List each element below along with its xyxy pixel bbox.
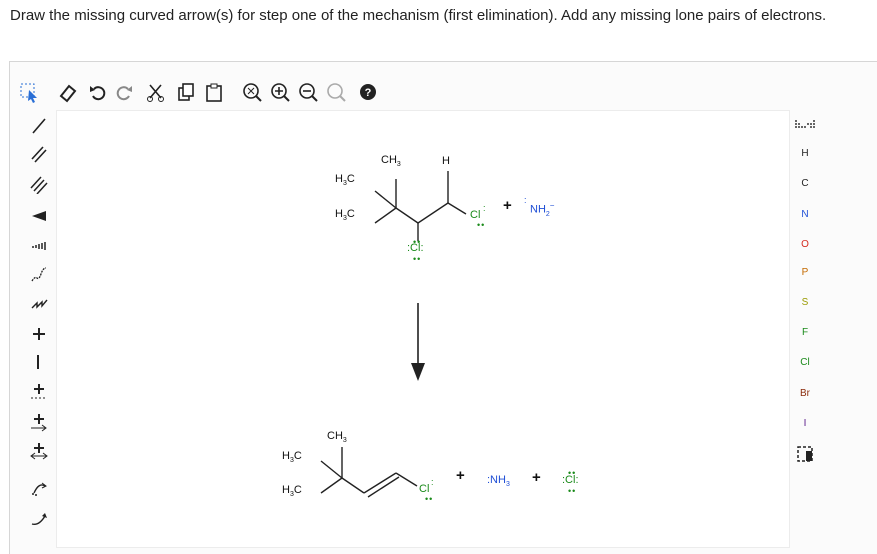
zoom-reset-icon[interactable] bbox=[324, 78, 348, 106]
bottom-cl-lone-pair-1: : bbox=[431, 477, 435, 487]
negative-charge-icon[interactable] bbox=[22, 348, 56, 376]
copy-icon[interactable] bbox=[174, 78, 198, 106]
chloride-ion-lone-pair-bottom: •• bbox=[568, 486, 577, 496]
chloride-ion-lone-pair-top: •• bbox=[568, 468, 577, 478]
element-i-button[interactable]: I bbox=[788, 410, 822, 436]
wedge-bond-icon[interactable] bbox=[22, 202, 56, 230]
bottom-plus-sign-2: + bbox=[532, 469, 541, 486]
curved-arrow-single-icon[interactable] bbox=[22, 504, 56, 532]
single-bond-icon[interactable] bbox=[22, 112, 56, 140]
positive-charge-icon[interactable] bbox=[22, 320, 56, 348]
nh2-lone-pairs: : bbox=[524, 195, 528, 205]
top-h3c-upper-label: H3C bbox=[335, 173, 355, 188]
eraser-icon[interactable] bbox=[56, 78, 80, 106]
top-nh2-label: NH2− bbox=[530, 201, 555, 218]
custom-element-icon[interactable] bbox=[788, 440, 822, 466]
element-p-button[interactable]: P bbox=[788, 259, 822, 285]
zoom-fit-icon[interactable] bbox=[240, 78, 264, 106]
element-cl-button[interactable]: Cl bbox=[788, 349, 822, 375]
question-prompt: Draw the missing curved arrow(s) for ste… bbox=[10, 7, 827, 24]
curved-arrow-pair-icon[interactable] bbox=[22, 474, 56, 502]
bottom-ch3-label: CH3 bbox=[327, 430, 347, 445]
element-toolbar: H C N O P S F Cl Br I bbox=[788, 110, 822, 550]
bottom-cl-lone-pair-2: •• bbox=[425, 494, 434, 504]
mechanism-bonds bbox=[320, 171, 467, 498]
bottom-plus-sign-1: + bbox=[456, 467, 465, 484]
chloride-lone-pair-bottom: •• bbox=[413, 254, 422, 264]
bottom-h3c-upper-label: H3C bbox=[282, 450, 302, 465]
top-h3c-lower-label: H3C bbox=[335, 208, 355, 223]
cut-icon[interactable] bbox=[144, 78, 168, 106]
left-toolbar bbox=[22, 110, 56, 553]
top-ch3-label: CH3 bbox=[381, 154, 401, 169]
cl-lone-pair-1: : bbox=[483, 203, 487, 213]
zoom-out-icon[interactable] bbox=[296, 78, 320, 106]
chloride-lone-pair-top: •• bbox=[413, 237, 422, 247]
electron-icon[interactable] bbox=[22, 438, 56, 466]
periodic-table-icon[interactable] bbox=[788, 112, 822, 138]
element-o-button[interactable]: O bbox=[788, 231, 822, 257]
double-bond-icon[interactable] bbox=[22, 140, 56, 168]
chain-icon[interactable] bbox=[22, 288, 56, 316]
element-br-button[interactable]: Br bbox=[788, 380, 822, 406]
element-h-button[interactable]: H bbox=[788, 140, 822, 166]
element-n-button[interactable]: N bbox=[788, 201, 822, 227]
element-s-button[interactable]: S bbox=[788, 289, 822, 315]
minus-radical-icon[interactable] bbox=[22, 408, 56, 436]
cl-lone-pair-2: •• bbox=[477, 220, 486, 230]
plus-radical-icon[interactable] bbox=[22, 378, 56, 406]
redo-icon[interactable] bbox=[112, 78, 136, 106]
svg-text:?: ? bbox=[365, 87, 372, 99]
drawing-canvas[interactable]: CH3 H H3C H3C :Cl: •• •• Cl : •• + NH2− … bbox=[56, 110, 790, 548]
help-icon[interactable]: ? bbox=[356, 78, 380, 106]
undo-icon[interactable] bbox=[86, 78, 110, 106]
paste-icon[interactable] bbox=[202, 78, 226, 106]
top-h-label: H bbox=[442, 155, 450, 167]
top-plus-sign: + bbox=[503, 197, 512, 214]
select-tool-icon[interactable] bbox=[18, 78, 42, 106]
wavy-bond-icon[interactable] bbox=[22, 260, 56, 288]
bottom-nh3-label: :NH3 bbox=[487, 474, 510, 489]
bottom-h3c-lower-label: H3C bbox=[282, 484, 302, 499]
triple-bond-icon[interactable] bbox=[22, 170, 56, 198]
zoom-in-icon[interactable] bbox=[268, 78, 292, 106]
element-c-button[interactable]: C bbox=[788, 170, 822, 196]
element-f-button[interactable]: F bbox=[788, 319, 822, 345]
hash-bond-icon[interactable] bbox=[22, 232, 56, 260]
